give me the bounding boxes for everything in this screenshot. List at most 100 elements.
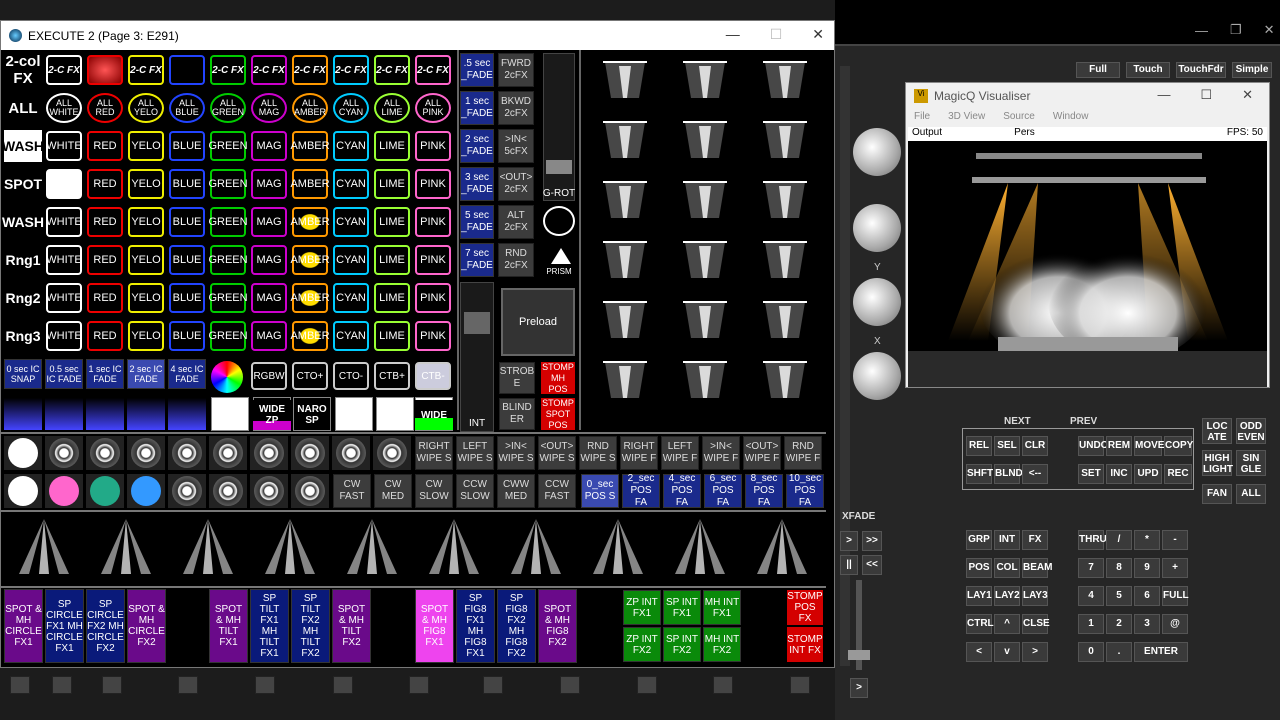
inc-button[interactable]: INC [1106,464,1132,484]
fixture-position-icon[interactable] [755,298,815,342]
colour-button[interactable]: MAG [251,169,287,199]
colour-button[interactable]: WHITE [46,131,82,161]
colour-button[interactable]: PINK [415,283,451,313]
single-button[interactable]: SIN GLE [1236,450,1266,476]
movement-fx-button[interactable]: SPOT & MH FIG8 FX1 [415,589,454,663]
keypad-key[interactable]: CLSE [1022,614,1050,634]
beam-tile[interactable] [211,397,249,431]
vis-minimize-icon[interactable]: — [1157,87,1170,103]
keypad-key[interactable]: @ [1162,614,1188,634]
fixture-position-icon[interactable] [595,178,655,222]
wipe-button[interactable]: LEFT WIPE F [661,436,699,470]
colour-button[interactable]: WHITE [46,321,82,351]
gobo-tile[interactable] [209,474,247,508]
keypad-key[interactable]: FULL [1162,586,1189,606]
encoder-knob-a[interactable] [853,128,901,176]
colour-button[interactable]: RED [87,207,123,237]
colour-button[interactable]: BLUE [169,245,205,275]
playback-slot[interactable] [102,676,122,694]
locate-button[interactable]: LOC ATE [1202,418,1232,444]
xfade-pause-button[interactable]: || [840,555,858,575]
gobo-tile[interactable] [127,474,165,508]
fx-button[interactable]: 2-C FX [292,55,328,85]
playback-slot[interactable] [713,676,733,694]
strobe-button[interactable]: STROB E [499,362,535,394]
gobo-tile[interactable] [45,474,83,508]
all-button[interactable]: ALL [1236,484,1266,504]
colour-button[interactable]: LIME [374,131,410,161]
colour-button[interactable]: RED [87,245,123,275]
colour-button[interactable]: CYAN [333,207,369,237]
bottom-next-button[interactable]: > [850,678,868,698]
keypad-key[interactable]: FX [1022,530,1048,550]
fixture-position-icon[interactable] [595,58,655,102]
beam-icon[interactable] [86,398,124,430]
vis-close-icon[interactable]: ✕ [1242,87,1253,103]
beam-position-icon[interactable] [91,514,161,584]
mode-touchfdr-button[interactable]: TouchFdr [1176,62,1226,78]
prev-label[interactable]: PREV [1070,416,1097,427]
row-label[interactable]: ALL [4,92,42,124]
colour-button[interactable]: AMBER [290,321,330,351]
colour-button[interactable]: GREEN [208,131,248,161]
xfade-go-button[interactable]: > [840,531,858,551]
playback-slot[interactable] [178,676,198,694]
wipe-button[interactable]: RND WIPE F [784,436,822,470]
fx-button[interactable]: 2-C FX [210,55,246,85]
keypad-key[interactable]: 4 [1078,586,1104,606]
movement-fx-button[interactable]: SP CIRCLE FX1 MH CIRCLE FX1 [45,589,84,663]
fade-button[interactable]: .5 sec _FADE [460,53,494,87]
colour-button[interactable]: CYAN [333,245,369,275]
colour-button[interactable]: MAG [251,245,287,275]
colour-button[interactable]: BLUE [169,169,205,199]
colour-button[interactable]: PINK [415,169,451,199]
fixture-position-icon[interactable] [595,118,655,162]
copy-button[interactable]: COPY [1164,436,1193,456]
fade-time-button[interactable]: 1 sec IC FADE [86,359,124,389]
wipe-button[interactable]: RIGHT WIPE F [620,436,658,470]
intensity-fx-button[interactable]: ZP INT FX2 [623,627,661,662]
colour-button[interactable]: MAG [251,283,287,313]
wipe-button[interactable]: <OUT> WIPE F [743,436,781,470]
fixture-position-icon[interactable] [755,238,815,282]
keypad-key[interactable]: . [1106,642,1132,662]
colour-button[interactable]: AMBER [290,169,330,199]
colour-button[interactable]: YELO [128,207,164,237]
all-colour-button[interactable]: ALL MAG [251,93,287,123]
fixture-position-icon[interactable] [675,178,735,222]
beam-icon[interactable] [168,398,206,430]
fixture-position-icon[interactable] [675,118,735,162]
move-button[interactable]: MOVE [1134,436,1164,456]
menu-source[interactable]: Source [1003,111,1035,125]
close-icon[interactable]: ✕ [1264,22,1275,38]
colour-button[interactable]: PINK [415,131,451,161]
fixture-position-icon[interactable] [755,178,815,222]
position-speed-button[interactable]: 4_sec POS FA [663,473,701,508]
cto-button[interactable]: CTO- [333,362,369,390]
fade-button[interactable]: 1 sec _FADE [460,91,494,125]
fade-button[interactable]: 3 sec _FADE [460,167,494,201]
rotation-button[interactable]: CW SLOW [415,474,453,508]
mode-touch-button[interactable]: Touch [1126,62,1170,78]
fade-time-button[interactable]: 2 sec IC FADE [127,359,165,389]
beam-icon[interactable] [4,398,42,430]
exec-maximize-icon[interactable]: ☐ [770,26,783,43]
colour-button[interactable]: WHITE [46,245,82,275]
colour-button[interactable]: PINK [415,207,451,237]
sel-button[interactable]: SEL [994,436,1020,456]
beam-position-icon[interactable] [419,514,489,584]
movement-fx-button[interactable]: SP FIG8 FX2 MH FIG8 FX2 [497,589,536,663]
movement-fx-button[interactable]: SPOT & MH TILT FX1 [209,589,248,663]
keypad-key[interactable]: GRP [966,530,992,550]
colour-wheel-icon[interactable] [211,361,243,393]
highlight-button[interactable]: HIGH LIGHT [1202,450,1233,476]
blnd-button[interactable]: BLND [994,464,1023,484]
encoder-knob-x[interactable] [853,352,901,400]
colour-button[interactable]: CYAN [333,321,369,351]
keypad-key[interactable]: ENTER [1134,642,1188,662]
fade-time-button[interactable]: 0.5 sec IC FADE [45,359,83,389]
naro-sp-button[interactable]: NARO SP [293,400,331,430]
colour-button[interactable]: WHITE [46,207,82,237]
all-colour-button[interactable]: ALL PINK [415,93,451,123]
all-colour-button[interactable]: ALL YELO [128,93,164,123]
